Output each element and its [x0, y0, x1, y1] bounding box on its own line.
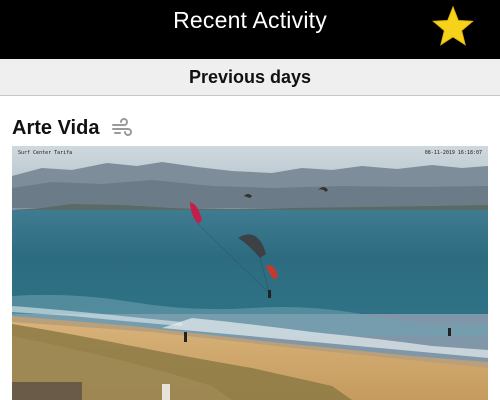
webcam-image[interactable]: Surf Center Tarifa 08-11-2019 16:18:07: [12, 146, 488, 400]
webcam-scene: [12, 146, 488, 400]
webcam-label: Surf Center Tarifa: [18, 150, 73, 156]
section-header: Previous days: [0, 59, 500, 96]
wind-icon: [112, 118, 133, 136]
page-title: Recent Activity: [173, 7, 327, 33]
top-bar: Recent Activity: [0, 0, 500, 59]
spot-name[interactable]: Arte Vida: [12, 117, 99, 140]
webcam-timestamp: 08-11-2019 16:18:07: [424, 150, 482, 156]
star-icon[interactable]: [431, 5, 475, 47]
spot-title-row[interactable]: Arte Vida: [12, 113, 492, 143]
